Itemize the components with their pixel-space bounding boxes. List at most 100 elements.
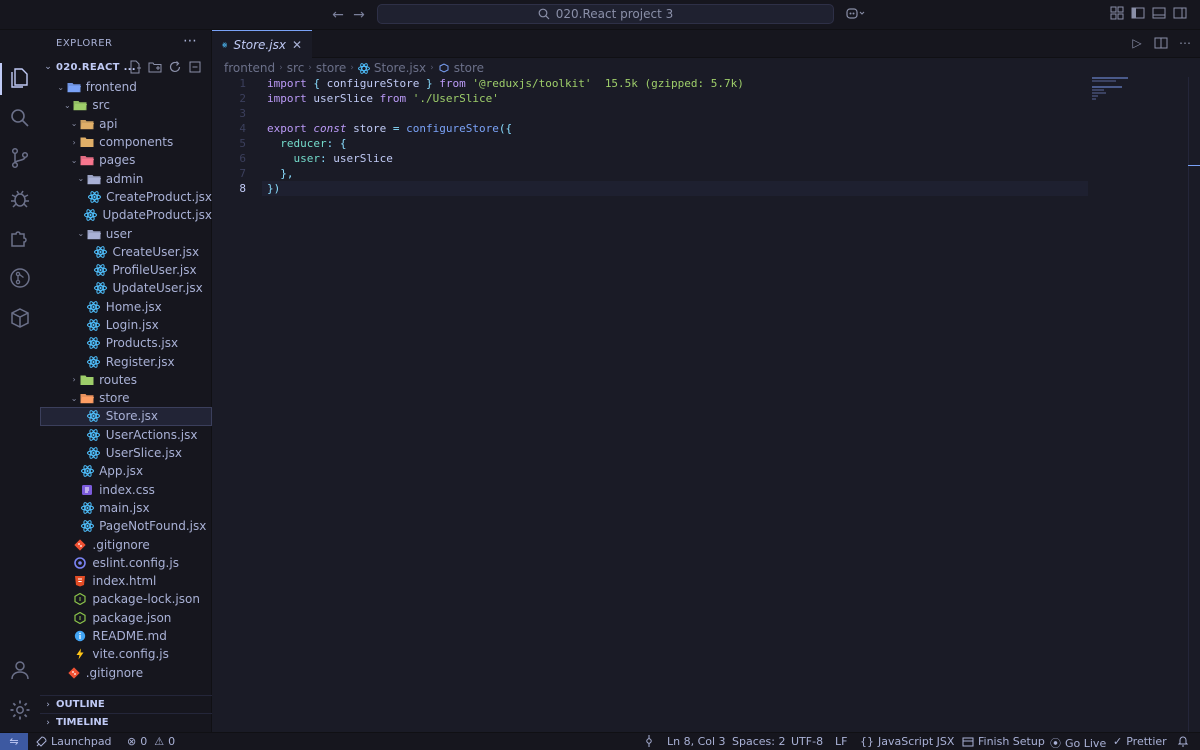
code-line: import userSlice from './UserSlice' <box>267 92 499 105</box>
file-item[interactable]: Login.jsx <box>40 316 212 334</box>
split-editor-icon[interactable] <box>1154 36 1168 50</box>
more-actions-icon[interactable]: ⋯ <box>183 33 197 49</box>
cursor-position[interactable]: Ln 8, Col 3 <box>667 735 726 748</box>
toggle-secondary-sidebar-icon[interactable] <box>1173 6 1189 22</box>
search-icon[interactable] <box>8 106 32 130</box>
tree-item-label: user <box>105 226 132 241</box>
folder-open-icon <box>67 81 81 93</box>
settings-icon[interactable] <box>8 698 32 722</box>
folder-item[interactable]: ⌄ frontend <box>40 78 212 96</box>
breadcrumb-item[interactable]: store <box>454 61 484 75</box>
toggle-sidebar-icon[interactable] <box>1131 6 1147 22</box>
file-item[interactable]: UserSlice.jsx <box>40 444 212 462</box>
prettier-item[interactable]: ✓ Prettier <box>1113 735 1167 748</box>
file-item[interactable]: CreateUser.jsx <box>40 243 212 261</box>
file-item[interactable]: ProfileUser.jsx <box>40 261 212 279</box>
explorer-icon[interactable] <box>8 66 32 90</box>
react-file-icon <box>80 465 94 478</box>
file-item[interactable]: index.css <box>40 481 212 499</box>
folder-item[interactable]: ⌄ store <box>40 389 212 407</box>
folder-item[interactable]: ⌄ api <box>40 115 212 133</box>
file-item[interactable]: Register.jsx <box>40 352 212 370</box>
workspace-root[interactable]: ⌄ 020.REACT ... <box>40 58 212 76</box>
tree-item-label: Store.jsx <box>105 409 159 424</box>
tree-item-label: vite.config.js <box>92 647 169 662</box>
breadcrumb-item[interactable]: store <box>316 61 346 75</box>
folder-item[interactable]: ⌄ pages <box>40 151 212 169</box>
title-bar: ← → 020.React project 3 <box>0 0 1200 30</box>
indentation[interactable]: Spaces: 2 <box>732 735 785 748</box>
broadcast-icon: ⦿ <box>1050 737 1061 750</box>
braces-icon: {} <box>860 735 874 748</box>
folder-item[interactable]: ⌄ admin <box>40 169 212 187</box>
go-live-label: Go Live <box>1065 736 1107 750</box>
file-item[interactable]: README.md <box>40 627 212 645</box>
file-item[interactable]: Store.jsx <box>40 407 212 426</box>
react-file-icon <box>87 300 101 313</box>
file-item[interactable]: Products.jsx <box>40 334 212 352</box>
file-item[interactable]: .gitignore <box>40 664 212 682</box>
folder-item[interactable]: › components <box>40 133 212 151</box>
new-folder-icon[interactable] <box>148 60 162 74</box>
extensions-icon[interactable] <box>8 226 32 250</box>
finish-setup-item[interactable]: Finish Setup <box>962 735 1045 748</box>
vertical-scrollbar[interactable] <box>1188 77 1200 732</box>
folder-item[interactable]: ⌄ user <box>40 224 212 242</box>
notifications-bell-icon[interactable] <box>1177 735 1189 747</box>
folder-item[interactable]: ⌄ src <box>40 96 212 114</box>
end-of-line[interactable]: LF <box>835 735 847 748</box>
debug-icon[interactable] <box>8 186 32 210</box>
go-live-item[interactable]: ⦿ Go Live <box>1050 735 1106 750</box>
chevron-down-icon: ⌄ <box>77 174 85 184</box>
file-item[interactable]: CreateProduct.jsx <box>40 188 212 206</box>
file-item[interactable]: UpdateUser.jsx <box>40 279 212 297</box>
forward-arrow-icon[interactable]: → <box>350 6 368 24</box>
file-item[interactable]: Home.jsx <box>40 298 212 316</box>
file-item[interactable]: index.html <box>40 572 212 590</box>
react-file-icon <box>80 520 94 533</box>
tab-store-jsx[interactable]: Store.jsx ✕ <box>212 30 312 58</box>
source-control-icon[interactable] <box>8 146 32 170</box>
collapse-all-icon[interactable] <box>188 60 202 74</box>
copilot-icon[interactable] <box>845 6 867 22</box>
tree-item-label: README.md <box>92 629 167 644</box>
timeline-section[interactable]: › TIMELINE <box>40 713 212 731</box>
file-item[interactable]: vite.config.js <box>40 645 212 663</box>
file-item[interactable]: .gitignore <box>40 535 212 553</box>
toggle-panel-icon[interactable] <box>1152 6 1168 22</box>
tree-item-label: src <box>92 98 110 113</box>
breadcrumb-item[interactable]: frontend <box>224 61 275 75</box>
file-item[interactable]: eslint.config.js <box>40 554 212 572</box>
outline-section[interactable]: › OUTLINE <box>40 695 212 713</box>
breadcrumb-item[interactable]: Store.jsx <box>374 61 426 75</box>
language-mode[interactable]: {} JavaScript JSX <box>860 735 954 748</box>
code-line: user: userSlice <box>293 152 393 165</box>
more-actions-icon[interactable]: ⋯ <box>1178 36 1192 50</box>
file-item[interactable]: package-lock.json <box>40 590 212 608</box>
problems-item[interactable]: ⊗ 0 ⚠ 0 <box>127 735 175 748</box>
run-icon[interactable]: ▷ <box>1130 36 1144 50</box>
back-arrow-icon[interactable]: ← <box>329 6 347 24</box>
close-tab-icon[interactable]: ✕ <box>292 38 302 52</box>
gitlens-icon[interactable] <box>8 266 32 290</box>
refresh-icon[interactable] <box>168 60 182 74</box>
vite-file-icon <box>73 648 87 660</box>
file-item[interactable]: PageNotFound.jsx <box>40 517 212 535</box>
file-item[interactable]: package.json <box>40 609 212 627</box>
file-item[interactable]: UserActions.jsx <box>40 426 212 444</box>
remote-indicator-icon[interactable]: ⇋ <box>0 733 28 750</box>
file-item[interactable]: App.jsx <box>40 462 212 480</box>
encoding[interactable]: UTF-8 <box>791 735 823 748</box>
git-commit-icon[interactable] <box>643 735 655 747</box>
containers-icon[interactable] <box>8 306 32 330</box>
file-item[interactable]: UpdateProduct.jsx <box>40 206 212 224</box>
customize-layout-icon[interactable] <box>1110 6 1126 22</box>
new-file-icon[interactable] <box>128 60 142 74</box>
command-center-search[interactable]: 020.React project 3 <box>377 4 834 24</box>
launchpad-item[interactable]: Launchpad <box>35 735 112 748</box>
account-icon[interactable] <box>8 658 32 682</box>
file-item[interactable]: main.jsx <box>40 499 212 517</box>
breadcrumb-item[interactable]: src <box>287 61 305 75</box>
folder-item[interactable]: › routes <box>40 371 212 389</box>
minimap[interactable] <box>1092 77 1132 101</box>
